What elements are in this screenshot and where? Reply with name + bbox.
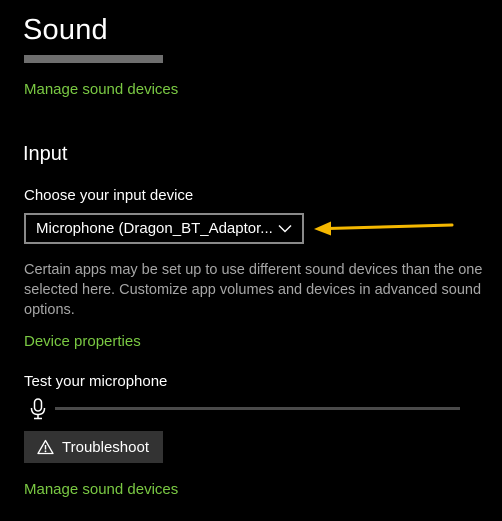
- input-description-text: Certain apps may be set up to use differ…: [24, 262, 483, 318]
- sound-settings-page: Sound Manage sound devices Input Choose …: [0, 0, 502, 521]
- chevron-down-icon: [278, 224, 292, 234]
- manage-sound-devices-link-output[interactable]: Manage sound devices: [24, 81, 178, 98]
- selected-device-value: Microphone (Dragon_BT_Adaptor...: [36, 220, 273, 237]
- choose-input-device-label: Choose your input device: [24, 187, 194, 204]
- device-properties-link[interactable]: Device properties: [24, 333, 141, 350]
- page-title: Sound: [23, 14, 108, 46]
- warning-icon: [37, 439, 54, 455]
- microphone-level-meter: [55, 407, 460, 410]
- output-volume-bar: [24, 55, 163, 63]
- arrow-annotation: [314, 221, 454, 236]
- microphone-icon: [30, 398, 46, 420]
- troubleshoot-label: Troubleshoot: [62, 438, 149, 456]
- input-section-title: Input: [23, 143, 68, 165]
- input-device-dropdown[interactable]: Microphone (Dragon_BT_Adaptor...: [24, 213, 304, 244]
- troubleshoot-button[interactable]: Troubleshoot: [24, 431, 163, 463]
- manage-sound-devices-link-input[interactable]: Manage sound devices: [24, 481, 178, 498]
- test-microphone-label: Test your microphone: [24, 373, 168, 390]
